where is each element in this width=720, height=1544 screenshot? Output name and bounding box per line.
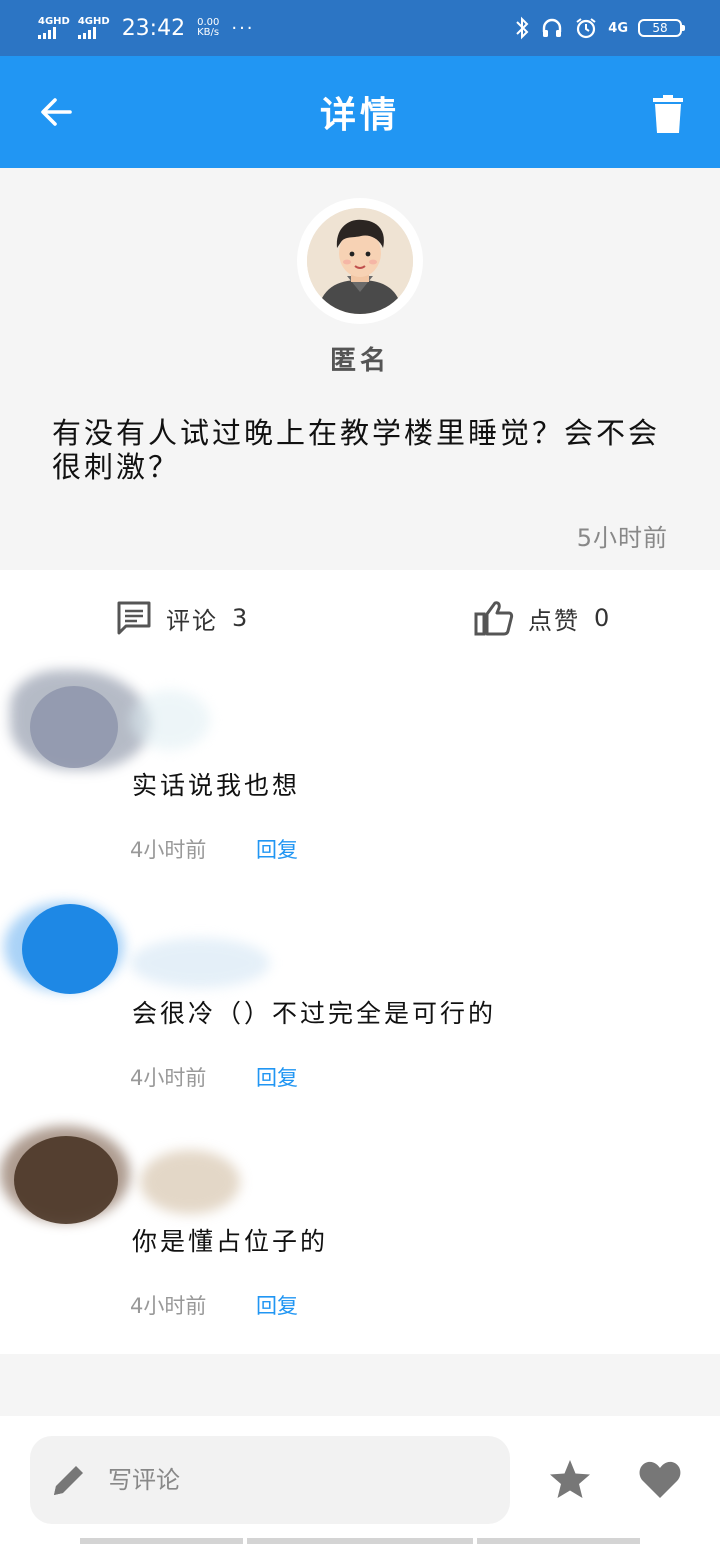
comment-item: 实话说我也想 4小时前 回复 [0,670,720,898]
signal-1: 4GHD [38,17,70,39]
network-4g: 4G [608,20,628,36]
more-notifications: ··· [231,17,255,39]
comment-item: 会很冷（）不过完全是可行的 4小时前 回复 [0,898,720,1126]
star-icon [550,1460,590,1498]
comment-time: 4小时前 [130,1066,207,1090]
comment-text: 会很冷（）不过完全是可行的 [132,999,497,1028]
post-content: 有没有人试过晚上在教学楼里睡觉？会不会很刺激？ [52,416,661,484]
author-avatar[interactable] [297,198,423,324]
nav-indicator-right [477,1538,640,1544]
comment-input-box[interactable] [30,1436,510,1524]
battery-level: 58 [652,21,668,35]
post-card: 匿名 有没有人试过晚上在教学楼里睡觉？会不会很刺激？ 5小时前 [0,168,720,570]
heart-icon [639,1461,681,1498]
signal-bars-icon [77,27,96,39]
bluetooth-icon [516,16,529,40]
like-label: 点赞 [528,606,580,635]
bottom-bar [0,1416,720,1544]
delete-button[interactable] [642,88,694,140]
like-button[interactable]: 点赞 0 [474,600,611,636]
commenter-avatar[interactable] [14,1136,118,1224]
like-count: 0 [594,604,612,632]
post-actions: 评论 3 点赞 0 [0,570,720,670]
blurred-username-decoration [130,690,210,750]
comment-count: 3 [232,604,250,632]
commenter-avatar[interactable] [30,686,118,768]
thumbs-up-icon [474,601,514,636]
alarm-icon [576,18,596,39]
avatar [307,208,413,314]
comment-text: 你是懂占位子的 [132,1227,329,1256]
comment-count-button[interactable]: 评论 3 [116,600,249,636]
nav-indicator-center [247,1538,473,1544]
blurred-username-decoration [140,1150,240,1214]
content-end-spacer [0,1354,720,1416]
network-speed: 0.00 KB/s [197,18,219,38]
commenter-avatar[interactable] [22,904,118,994]
comment-text: 实话说我也想 [132,771,301,800]
headphones-icon [543,18,562,37]
comment-item: 你是懂占位子的 4小时前 回复 [0,1126,720,1354]
status-bar: 4GHD 4GHD 23:42 0.00 KB/s ··· 4G 58 [0,0,720,56]
like-heart-button[interactable] [636,1456,684,1504]
trash-icon [653,95,683,133]
network-type-1: 4GHD [38,16,70,27]
comment-icon [117,601,151,635]
network-type-2: 4GHD [77,16,110,27]
comment-input[interactable] [106,1465,470,1495]
post-time: 5小时前 [576,524,668,552]
signal-bars-icon [38,27,56,39]
comment-label: 评论 [166,606,218,635]
reply-button[interactable]: 回复 [256,834,298,864]
signal-2: 4GHD [77,16,110,39]
person-avatar-icon [307,208,413,314]
battery-icon: 58 [638,19,685,37]
speed-unit: KB/s [197,27,220,38]
app-bar: 详情 [0,56,720,168]
reply-button[interactable]: 回复 [256,1290,298,1320]
nav-indicator-left [80,1538,243,1544]
comment-time: 4小时前 [130,1294,207,1318]
clock: 23:42 [121,15,186,41]
blurred-username-decoration [130,938,270,988]
comment-time: 4小时前 [130,838,207,862]
pencil-icon [54,1466,83,1495]
author-name: 匿名 [329,346,390,376]
page-title: 详情 [319,95,400,136]
favorite-button[interactable] [546,1456,594,1504]
reply-button[interactable]: 回复 [256,1062,298,1092]
